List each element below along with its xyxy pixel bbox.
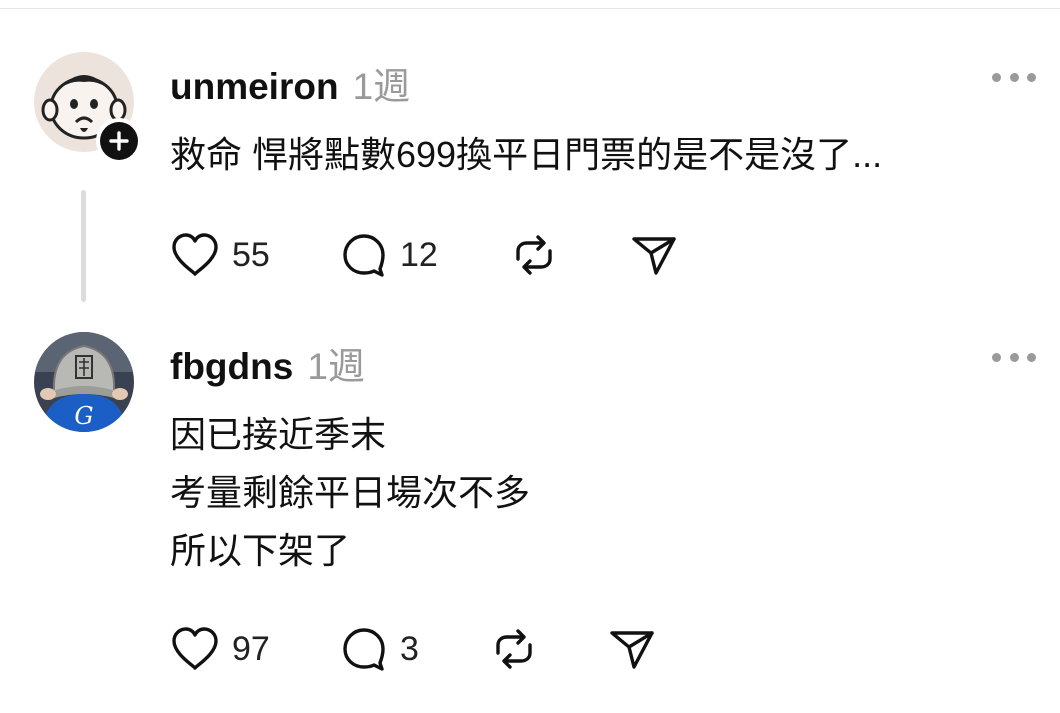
more-options-button[interactable] — [992, 350, 1036, 364]
timestamp[interactable]: 1週 — [353, 56, 411, 110]
reply-count: 3 — [400, 629, 419, 668]
username[interactable]: unmeiron — [170, 66, 339, 108]
repost-icon — [516, 235, 552, 275]
comment-icon — [343, 628, 385, 671]
share-button[interactable] — [630, 230, 678, 280]
comment-line: 所以下架了 — [170, 530, 351, 571]
comment-line: 因已接近季末 — [170, 414, 387, 455]
avatar-fbgdns[interactable]: G — [34, 332, 134, 432]
top-divider — [0, 8, 1060, 9]
repost-button[interactable] — [490, 624, 538, 674]
comment-line: 考量剩餘平日場次不多 — [170, 472, 531, 513]
reply-button[interactable]: 3 — [340, 624, 419, 674]
like-button[interactable]: 55 — [170, 230, 270, 280]
reply-count: 12 — [400, 235, 438, 274]
more-options-button[interactable] — [992, 70, 1036, 84]
baseball-cap-avatar-icon: G — [34, 332, 134, 432]
comment-icon — [343, 234, 385, 277]
comment-header: fbgdns 1週 — [170, 336, 365, 390]
like-button[interactable]: 97 — [170, 624, 270, 674]
reply-button[interactable]: 12 — [340, 230, 438, 280]
more-horizontal-icon — [992, 72, 1001, 82]
repost-button[interactable] — [510, 230, 558, 280]
plus-icon — [109, 131, 129, 151]
username[interactable]: fbgdns — [170, 346, 293, 388]
timestamp[interactable]: 1週 — [307, 336, 365, 390]
share-button[interactable] — [608, 624, 656, 674]
heart-icon — [172, 627, 218, 670]
repost-icon — [496, 629, 532, 669]
comment-header: unmeiron 1週 — [170, 56, 410, 110]
send-icon — [610, 631, 654, 669]
comment-text: 救命 悍將點數699換平日門票的是不是沒了... — [170, 134, 883, 175]
follow-button[interactable] — [96, 118, 142, 164]
thread-connector — [81, 190, 86, 302]
send-icon — [632, 237, 676, 275]
heart-icon — [172, 233, 218, 276]
svg-text:G: G — [74, 402, 93, 430]
like-count: 55 — [232, 235, 270, 274]
more-horizontal-icon — [992, 352, 1001, 362]
comment-text: 因已接近季末 考量剩餘平日場次不多 所以下架了 — [170, 406, 530, 580]
like-count: 97 — [232, 629, 270, 668]
